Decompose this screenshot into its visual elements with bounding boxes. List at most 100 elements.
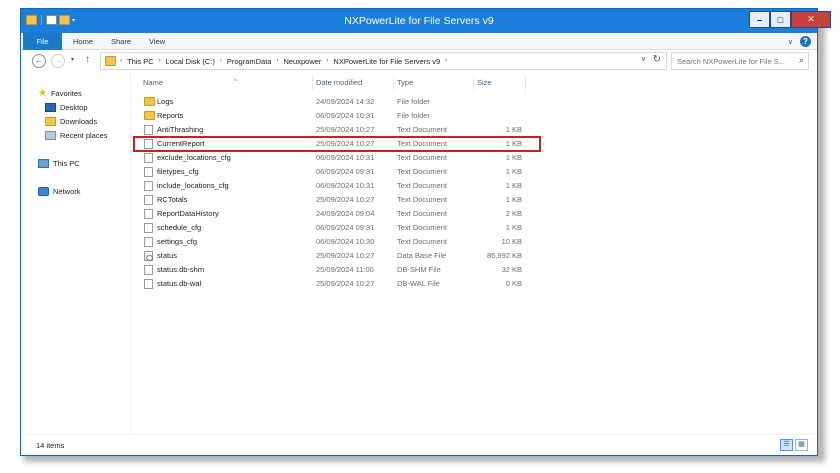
file-type: Text Document <box>397 209 448 218</box>
file-row[interactable]: status.db-shm 25/09/2024 11:00 DB-SHM File… <box>141 263 525 277</box>
document-icon <box>144 125 153 135</box>
document-icon <box>144 181 153 191</box>
tab-file[interactable]: File <box>23 33 62 50</box>
nav-favorites[interactable]: ★ Favorites <box>38 88 82 99</box>
file-row[interactable]: schedule_cfg 06/09/2024 09:31 Text Documen… <box>141 221 525 235</box>
file-date-modified: 24/09/2024 14:32 <box>316 97 375 106</box>
tab-view[interactable]: View <box>149 33 165 50</box>
desktop-icon <box>45 103 56 112</box>
nav-desktop[interactable]: Desktop <box>45 103 88 112</box>
file-size: 2 KB <box>505 209 522 218</box>
document-icon <box>144 279 153 289</box>
file-row[interactable]: status 25/09/2024 10:27 Data Base File 86,9… <box>141 249 525 263</box>
file-row[interactable]: CurrentReport 25/09/2024 10:27 Text Docume… <box>141 137 525 151</box>
star-icon: ★ <box>38 88 47 99</box>
file-name: schedule_cfg <box>157 223 202 232</box>
crumb-nxpowerlite[interactable]: NXPowerLite for File Servers v9 <box>333 57 440 66</box>
nav-this-pc-label: This PC <box>53 159 80 168</box>
nav-this-pc[interactable]: This PC <box>38 159 80 168</box>
document-icon <box>144 167 153 177</box>
file-name: status <box>157 251 178 260</box>
search-icon[interactable]: ⌕ <box>799 55 804 66</box>
nav-desktop-label: Desktop <box>60 103 88 112</box>
file-type: Text Document <box>397 223 448 232</box>
crumb-neuxpower[interactable]: Neuxpower <box>283 57 321 66</box>
file-row[interactable]: ReportDataHistory 24/09/2024 09:04 Text Do… <box>141 207 525 221</box>
file-row[interactable]: status.db-wal 25/09/2024 10:27 DB-WAL File… <box>141 277 525 291</box>
nav-downloads-label: Downloads <box>60 117 98 126</box>
nav-recent-places-label: Recent places <box>60 131 108 140</box>
folder-icon <box>144 97 155 106</box>
content-area: ★ Favorites Desktop Downloads Recent pla… <box>21 73 817 434</box>
file-date-modified: 25/09/2024 11:00 <box>316 265 374 274</box>
crumb-programdata[interactable]: ProgramData <box>227 57 272 66</box>
search-box[interactable]: ⌕ <box>671 52 809 70</box>
tab-home[interactable]: Home <box>73 33 93 50</box>
file-size: 1 KB <box>505 125 522 134</box>
crumb-local-disk[interactable]: Local Disk (C:) <box>166 57 215 66</box>
file-row[interactable]: Logs 24/09/2024 14:32 File folder <box>141 95 525 109</box>
file-row[interactable]: AntiThrashing 25/09/2024 10:27 Text Docume… <box>141 123 525 137</box>
file-size: 1 KB <box>505 195 522 204</box>
window-controls: – □ ✕ <box>749 11 831 28</box>
tab-share[interactable]: Share <box>111 33 131 50</box>
close-button[interactable]: ✕ <box>791 11 831 28</box>
back-button[interactable]: ← <box>32 54 46 68</box>
file-row[interactable]: filetypes_cfg 06/09/2024 09:31 Text Docume… <box>141 165 525 179</box>
file-name: status.db-shm <box>157 265 205 274</box>
file-type: Text Document <box>397 181 448 190</box>
file-size: 1 KB <box>505 153 522 162</box>
file-date-modified: 06/09/2024 09:31 <box>316 223 375 232</box>
maximize-button[interactable]: □ <box>770 11 791 28</box>
file-name: RCTotals <box>157 195 188 204</box>
file-row[interactable]: include_locations_cfg 06/09/2024 10:31 Tex… <box>141 179 525 193</box>
nav-downloads[interactable]: Downloads <box>45 117 97 126</box>
crumb-separator-icon[interactable]: › <box>159 58 161 64</box>
crumb-separator-icon[interactable]: › <box>220 58 222 64</box>
breadcrumb: › This PC › Local Disk (C:) › ProgramDat… <box>120 53 447 69</box>
nav-network-label: Network <box>53 187 81 196</box>
up-icon[interactable]: ↑ <box>85 54 90 65</box>
item-count: 14 items <box>36 441 65 450</box>
downloads-icon <box>45 117 56 126</box>
help-icon[interactable]: ? <box>800 36 811 47</box>
refresh-icon[interactable]: ↻ <box>653 54 661 65</box>
search-input[interactable] <box>677 55 787 67</box>
crumb-this-pc[interactable]: This PC <box>127 57 154 66</box>
details-view-icon[interactable]: ☰ <box>780 439 793 451</box>
file-row[interactable]: Reports 06/09/2024 10:31 File folder <box>141 109 525 123</box>
file-name: exclude_locations_cfg <box>157 153 231 162</box>
crumb-separator-icon[interactable]: › <box>445 58 447 64</box>
file-type: Text Document <box>397 125 448 134</box>
address-bar[interactable]: › This PC › Local Disk (C:) › ProgramDat… <box>100 52 667 70</box>
address-dropdown-icon[interactable]: ∨ <box>641 55 646 63</box>
column-header-name[interactable]: Name ^ <box>141 76 313 90</box>
file-row[interactable]: settings_cfg 06/09/2024 10:30 Text Documen… <box>141 235 525 249</box>
file-date-modified: 25/09/2024 10:27 <box>316 125 375 134</box>
file-date-modified: 06/09/2024 10:31 <box>316 153 375 162</box>
column-header-date[interactable]: Date modified <box>314 76 394 90</box>
nav-network[interactable]: Network <box>38 187 81 196</box>
expand-ribbon-icon[interactable]: ∨ <box>788 38 793 46</box>
file-name: status.db-wal <box>157 279 202 288</box>
file-name: Logs <box>157 97 174 106</box>
file-row[interactable]: RCTotals 25/09/2024 10:27 Text Document 1 K… <box>141 193 525 207</box>
file-row[interactable]: exclude_locations_cfg 06/09/2024 10:31 Tex… <box>141 151 525 165</box>
sort-ascending-icon: ^ <box>234 79 237 85</box>
minimize-button[interactable]: – <box>749 11 770 28</box>
file-name: CurrentReport <box>157 139 205 148</box>
column-header-type[interactable]: Type <box>395 76 474 90</box>
window-title: NXPowerLite for File Servers v9 <box>344 15 494 27</box>
recent-locations-icon[interactable]: ▾ <box>71 56 74 63</box>
file-size: 32 KB <box>501 265 522 274</box>
column-header-size[interactable]: Size <box>475 76 526 90</box>
folder-icon <box>144 111 155 120</box>
crumb-separator-icon[interactable]: › <box>326 58 328 64</box>
nav-recent-places[interactable]: Recent places <box>45 131 108 140</box>
forward-button[interactable]: → <box>51 54 65 68</box>
crumb-separator-icon[interactable]: › <box>276 58 278 64</box>
crumb-separator-icon[interactable]: › <box>120 58 122 64</box>
file-date-modified: 25/09/2024 10:27 <box>316 251 375 260</box>
file-date-modified: 25/09/2024 10:27 <box>316 139 375 148</box>
large-icons-view-icon[interactable]: ▦ <box>795 439 808 451</box>
